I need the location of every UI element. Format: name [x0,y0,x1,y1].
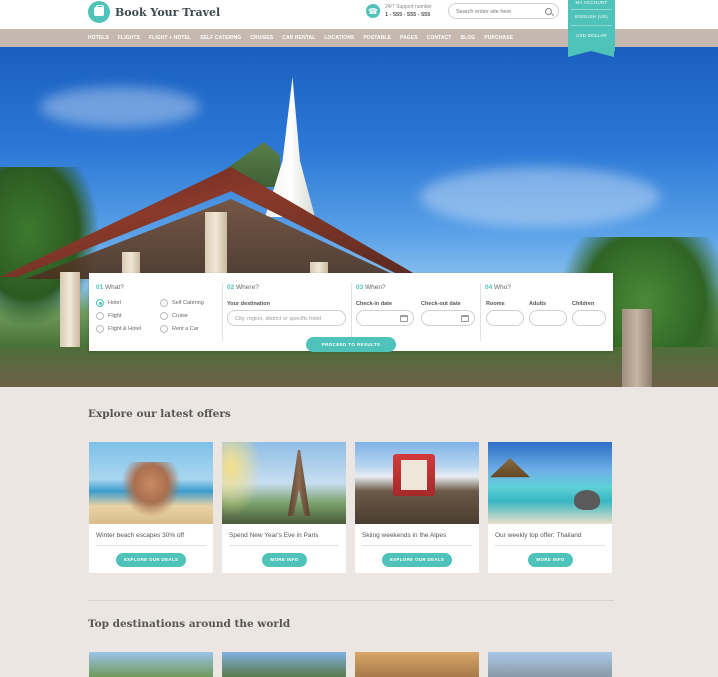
stone-post [622,309,652,387]
ribbon-my-account[interactable]: MY ACCOUNT [568,0,615,5]
nav-postable[interactable]: POSTABLE [363,35,391,41]
step-when-title: 03 When? [356,284,386,291]
adults-label: Adults [529,301,547,307]
destination-label: Your destination [227,301,270,307]
step-what-title: 01 What? [96,284,124,291]
ribbon-divider [571,25,612,26]
radio-button[interactable] [96,312,104,320]
destination-image[interactable] [488,652,612,677]
ribbon-currency[interactable]: USD DOLLAR [568,33,615,38]
site-search [448,3,559,19]
cloud [40,87,200,127]
nav-contact[interactable]: CONTACT [427,35,452,41]
offer-image-alps[interactable] [355,442,479,524]
hero-ground [0,347,718,387]
nav-self-catering[interactable]: SELF CATERING [200,35,241,41]
phone-icon: ☎ [366,4,380,18]
card-divider [362,545,472,546]
nav-cruises[interactable]: CRUISES [250,35,273,41]
ribbon-divider [571,9,612,10]
destination-image[interactable] [222,652,346,677]
destination-image[interactable] [355,652,479,677]
offer-image-beach[interactable] [89,442,213,524]
section-divider [88,600,614,601]
destination-image[interactable] [89,652,213,677]
radio-cruise[interactable]: Cruise [160,312,188,320]
offer-card: Spend New Year's Eve in Paris MORE INFO [222,442,346,573]
destinations-section-title: Top destinations around the world [88,618,291,630]
nav-flight-hotel[interactable]: FLIGHT + HOTEL [149,35,191,41]
calendar-icon[interactable] [400,315,408,322]
offer-card: Skiing weekends in the Alpes EXPLORE OUR… [355,442,479,573]
adults-input[interactable] [529,310,567,326]
step-who-title: 04 Who? [485,284,512,291]
hut-roof [490,458,530,478]
explore-deals-button[interactable]: EXPLORE OUR DEALS [382,553,452,567]
sun-glow [222,442,267,524]
nav-car-rental[interactable]: CAR RENTAL [282,35,315,41]
radio-flight-hotel[interactable]: Flight & Hotel [96,325,141,333]
calendar-icon[interactable] [461,315,469,322]
destination-input[interactable]: City, region, district or specific hotel [227,310,346,326]
offer-image-paris[interactable] [222,442,346,524]
radio-button[interactable] [160,325,168,333]
offer-image-thailand[interactable] [488,442,612,524]
rooms-input[interactable] [486,310,524,326]
site-logo[interactable]: Book Your Travel [88,1,220,23]
cloud [420,167,660,227]
rock [574,490,600,510]
beach-chair-inner [401,460,427,490]
radio-button[interactable] [96,299,104,307]
radio-button[interactable] [96,325,104,333]
radio-hotel[interactable]: Hotel [96,299,121,307]
offer-title[interactable]: Our weekly top offer: Thailand [495,532,581,539]
step-where-title: 02 Where? [227,284,259,291]
offer-title[interactable]: Winter beach escapes 30% off [96,532,184,539]
nav-hotels[interactable]: HOTELS [88,35,109,41]
card-divider [96,545,206,546]
checkin-label: Check-in date [356,301,393,307]
booking-who: 04 Who? Rooms Adults Children [481,273,613,351]
more-info-button[interactable]: MORE INFO [528,553,573,567]
radio-self-catering[interactable]: Self Catering [160,299,204,307]
suitcase-icon [88,1,110,23]
family-figures [121,462,181,517]
offer-title[interactable]: Skiing weekends in the Alpes [362,532,446,539]
ribbon-language[interactable]: ENGLISH (US) [568,14,615,19]
support-contact: ☎ 24/7 Support number 1 - 555 - 555 - 55… [366,3,432,19]
children-label: Children [572,301,595,307]
account-ribbon: MY ACCOUNT ENGLISH (US) USD DOLLAR [568,0,615,57]
nav-flights[interactable]: FLIGHTS [118,35,140,41]
nav-locations[interactable]: LOCATIONS [324,35,354,41]
radio-rent-a-car[interactable]: Rent a Car [160,325,199,333]
children-input[interactable] [572,310,606,326]
booking-what: 01 What? Hotel Self Catering Flight Crui… [89,273,224,351]
nav-purchase[interactable]: PURCHASE [484,35,513,41]
checkout-input[interactable] [421,310,475,326]
more-info-button[interactable]: MORE INFO [262,553,307,567]
radio-button[interactable] [160,312,168,320]
checkin-input[interactable] [356,310,414,326]
proceed-to-results-button[interactable]: PROCEED TO RESULTS [306,337,396,352]
card-divider [229,545,339,546]
search-icon[interactable] [545,8,552,15]
offer-title[interactable]: Spend New Year's Eve in Paris [229,532,318,539]
offers-section-title: Explore our latest offers [88,408,231,420]
nav-pages[interactable]: PAGES [400,35,418,41]
logo-text: Book Your Travel [115,5,221,19]
search-input[interactable] [456,7,544,16]
checkout-label: Check-out date [421,301,461,307]
rooms-label: Rooms [486,301,505,307]
offer-card: Winter beach escapes 30% off EXPLORE OUR… [89,442,213,573]
support-number: 1 - 555 - 555 - 555 [385,12,431,18]
radio-flight[interactable]: Flight [96,312,121,320]
nav-blog[interactable]: BLOG [460,35,475,41]
explore-deals-button[interactable]: EXPLORE OUR DEALS [116,553,186,567]
radio-button[interactable] [160,299,168,307]
card-divider [495,545,605,546]
offer-card: Our weekly top offer: Thailand MORE INFO [488,442,612,573]
support-label: 24/7 Support number [385,4,432,10]
eiffel-tower [288,450,310,516]
